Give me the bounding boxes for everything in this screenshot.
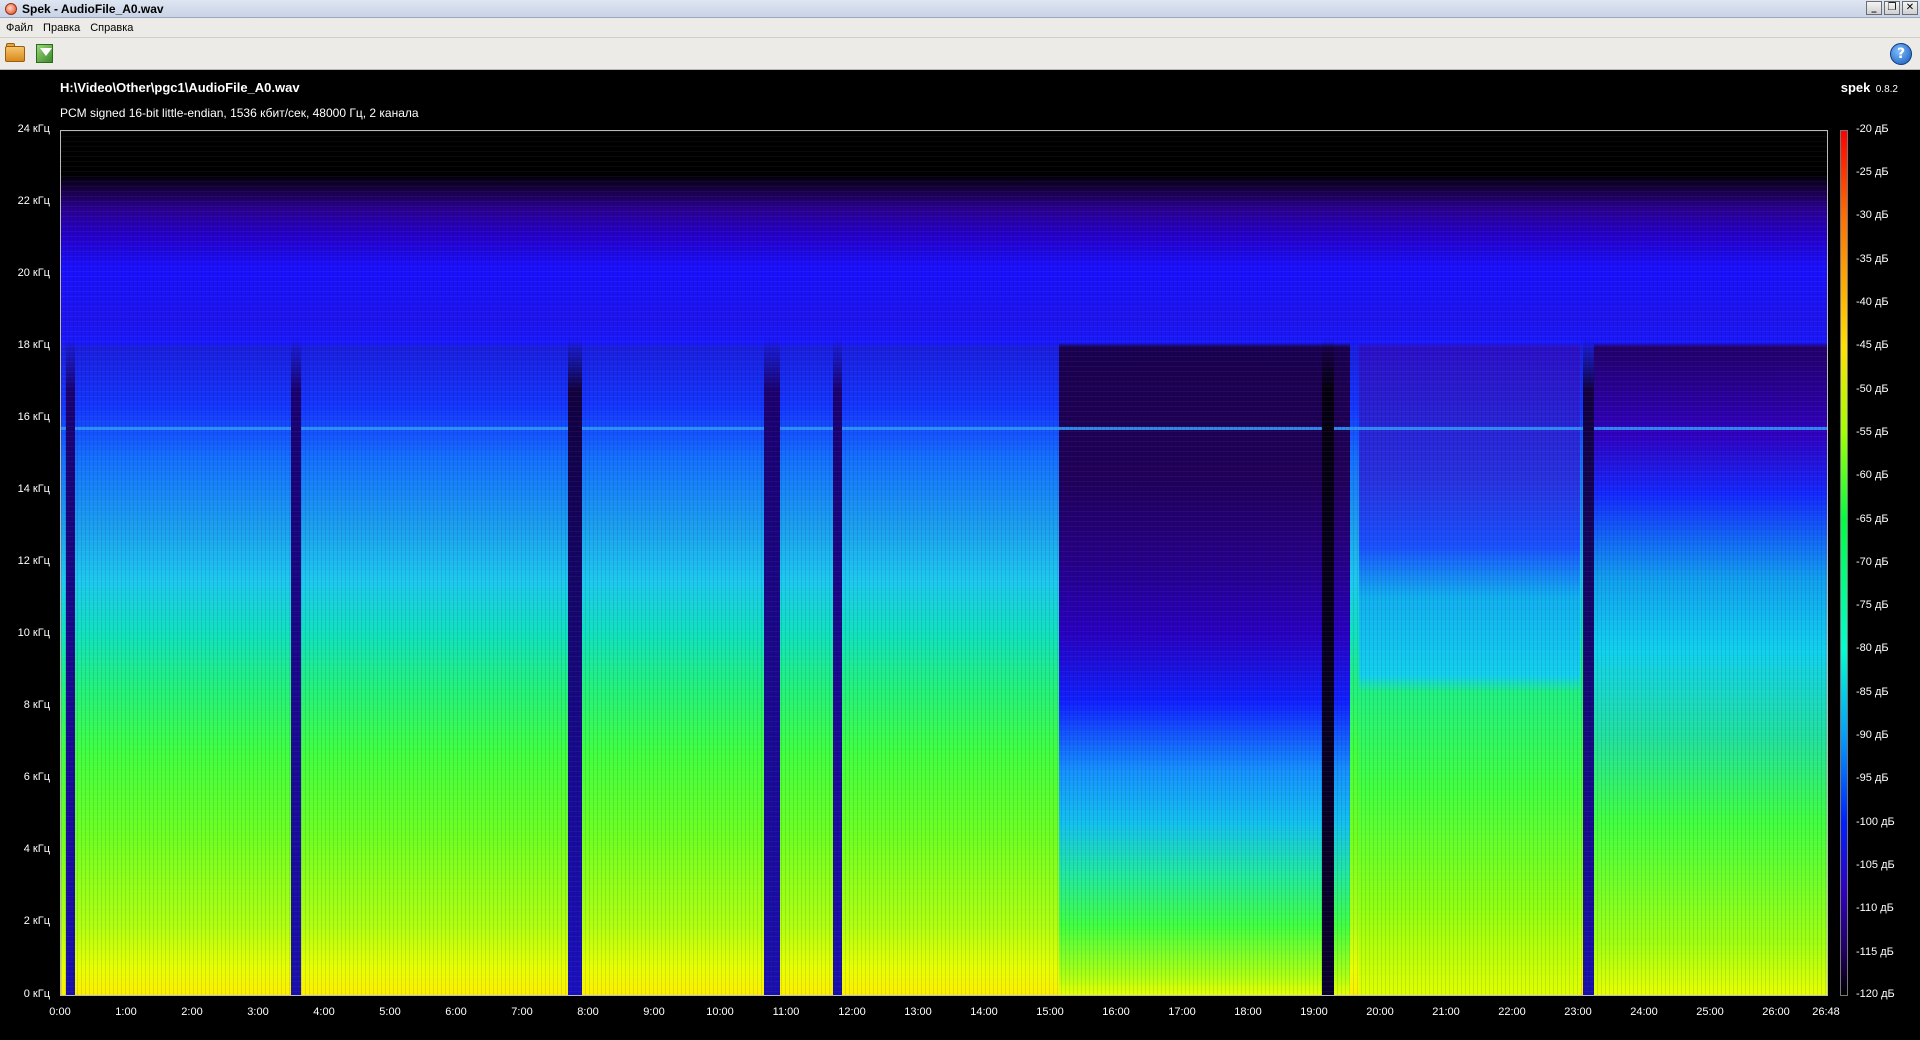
time-label: 26:00 — [1762, 1006, 1790, 1018]
freq-label: 10 кГц — [17, 627, 50, 639]
freq-label: 20 кГц — [17, 267, 50, 279]
menu-edit[interactable]: Правка — [43, 22, 80, 34]
db-label: -105 дБ — [1856, 859, 1895, 871]
freq-label: 0 кГц — [23, 988, 50, 1000]
menu-file[interactable]: Файл — [6, 22, 33, 34]
brand-name: spek — [1840, 80, 1871, 95]
time-label: 0:00 — [49, 1006, 71, 1018]
time-label: 21:00 — [1432, 1006, 1460, 1018]
time-label: 22:00 — [1498, 1006, 1526, 1018]
db-label: -110 дБ — [1856, 902, 1894, 914]
freq-label: 12 кГц — [17, 555, 50, 567]
time-label: 24:00 — [1630, 1006, 1658, 1018]
spectrogram-image — [61, 131, 1827, 995]
freq-label: 16 кГц — [17, 411, 50, 423]
freq-label: 18 кГц — [17, 339, 50, 351]
db-label: -50 дБ — [1856, 383, 1889, 395]
db-label: -120 дБ — [1856, 988, 1895, 1000]
file-info: PCM signed 16-bit little-endian, 1536 кб… — [60, 106, 419, 120]
freq-label: 4 кГц — [23, 843, 50, 855]
help-icon[interactable]: ? — [1890, 43, 1912, 65]
time-label: 11:00 — [772, 1006, 800, 1018]
folder-open-icon[interactable] — [4, 43, 28, 65]
db-label: -65 дБ — [1856, 513, 1889, 525]
db-label: -35 дБ — [1856, 253, 1889, 265]
menu-bar: Файл Правка Справка — [0, 18, 1920, 38]
time-label: 23:00 — [1564, 1006, 1592, 1018]
db-label: -70 дБ — [1856, 556, 1889, 568]
toolbar: ? — [0, 38, 1920, 70]
save-image-icon[interactable] — [33, 43, 57, 65]
time-label: 25:00 — [1696, 1006, 1724, 1018]
db-color-scale — [1840, 130, 1848, 996]
db-label: -20 дБ — [1856, 123, 1889, 135]
file-path: H:\Video\Other\pgc1\AudioFile_A0.wav — [60, 80, 300, 95]
db-label: -85 дБ — [1856, 686, 1889, 698]
time-label: 19:00 — [1300, 1006, 1328, 1018]
time-label: 15:00 — [1036, 1006, 1064, 1018]
time-label: 8:00 — [577, 1006, 599, 1018]
db-label: -60 дБ — [1856, 469, 1889, 481]
window-controls: _ ❐ ✕ — [1866, 1, 1918, 15]
spek-app-icon — [5, 2, 17, 15]
db-label: -45 дБ — [1856, 339, 1889, 351]
time-label: 7:00 — [511, 1006, 533, 1018]
db-label: -100 дБ — [1856, 816, 1895, 828]
time-label: 12:00 — [838, 1006, 866, 1018]
menu-help[interactable]: Справка — [90, 22, 133, 34]
time-label: 3:00 — [247, 1006, 269, 1018]
freq-label: 6 кГц — [23, 771, 50, 783]
freq-label: 2 кГц — [23, 915, 50, 927]
brand-label: spek 0.8.2 — [1841, 80, 1898, 95]
brand-version: 0.8.2 — [1875, 84, 1898, 95]
spectrogram-view[interactable]: H:\Video\Other\pgc1\AudioFile_A0.wav PCM… — [0, 70, 1920, 1040]
time-label: 18:00 — [1234, 1006, 1262, 1018]
freq-label: 14 кГц — [17, 483, 50, 495]
time-label: 10:00 — [706, 1006, 734, 1018]
close-button[interactable]: ✕ — [1902, 1, 1918, 15]
db-label: -75 дБ — [1856, 599, 1889, 611]
db-label: -115 дБ — [1856, 946, 1894, 958]
time-label: 5:00 — [379, 1006, 401, 1018]
db-label: -90 дБ — [1856, 729, 1889, 741]
time-label: 20:00 — [1366, 1006, 1394, 1018]
db-label: -25 дБ — [1856, 166, 1889, 178]
freq-label: 8 кГц — [23, 699, 50, 711]
spectrogram-plot[interactable] — [60, 130, 1828, 996]
time-label: 16:00 — [1102, 1006, 1130, 1018]
window-titlebar[interactable]: Spek - AudioFile_A0.wav _ ❐ ✕ — [0, 0, 1920, 18]
minimize-button[interactable]: _ — [1866, 1, 1882, 15]
db-label: -40 дБ — [1856, 296, 1889, 308]
window-title: Spek - AudioFile_A0.wav — [22, 1, 164, 16]
time-label: 4:00 — [313, 1006, 335, 1018]
db-label: -30 дБ — [1856, 209, 1889, 221]
time-label: 1:00 — [115, 1006, 137, 1018]
freq-label: 24 кГц — [17, 123, 50, 135]
time-label: 14:00 — [970, 1006, 998, 1018]
freq-label: 22 кГц — [17, 195, 50, 207]
db-label: -95 дБ — [1856, 772, 1889, 784]
time-label: 2:00 — [181, 1006, 203, 1018]
db-label: -80 дБ — [1856, 642, 1889, 654]
time-label: 26:48 — [1812, 1006, 1840, 1018]
restore-button[interactable]: ❐ — [1884, 1, 1900, 15]
time-label: 13:00 — [904, 1006, 932, 1018]
time-label: 9:00 — [643, 1006, 665, 1018]
time-label: 17:00 — [1168, 1006, 1196, 1018]
db-label: -55 дБ — [1856, 426, 1889, 438]
time-label: 6:00 — [445, 1006, 467, 1018]
